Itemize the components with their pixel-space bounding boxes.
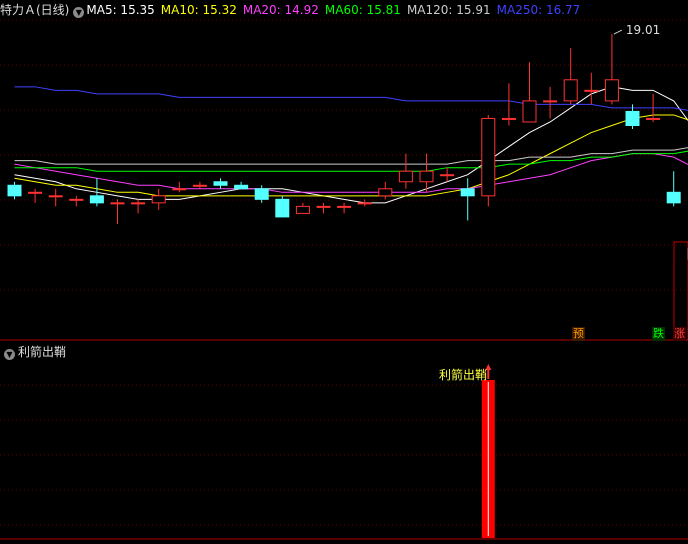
candle-body [89,195,104,204]
candle-body [604,79,619,102]
candle-body [481,117,496,197]
candle-body [563,79,578,102]
candle-body [666,191,681,204]
high-price-label: 19.01 [626,23,660,37]
candle-body [357,202,372,205]
candlestick-chart[interactable]: 19.01 [0,0,688,544]
candle-body [419,170,434,183]
candle-body [275,198,290,218]
candle-body [337,205,352,208]
candle-body [28,191,43,194]
candle-body [48,195,63,198]
ma-line-ma20 [14,153,688,193]
candle-body [316,205,331,208]
candle-body [543,100,558,103]
candle-body [131,202,146,205]
candle-body [501,117,516,120]
candle-body [646,117,661,120]
candle-body [192,184,207,187]
candle-body [69,198,84,201]
marker-zhang: 涨 [673,327,686,341]
candle-body [295,205,310,214]
candle-body [172,188,187,191]
candle-body [460,188,475,197]
candle-body [378,188,393,197]
candle-body [110,202,125,205]
candle-body [584,89,599,92]
marker-die: 跌 [652,327,665,341]
marker-yu: 预 [572,327,585,341]
candle-body [254,188,269,200]
candle-body [213,181,228,186]
ma-line-ma60 [14,150,688,172]
candle-body [7,184,22,197]
edge-box [673,241,688,341]
candle-body [625,110,640,126]
candle-body [398,170,413,183]
candle-body [440,174,455,177]
ma-line-ma120 [14,147,688,165]
signal-label: 利箭出鞘 [439,368,488,382]
candle-body [151,195,166,204]
candle-body [234,184,249,190]
high-pointer [613,29,623,35]
ma-line-ma10 [14,114,688,197]
candle-body [522,100,537,123]
